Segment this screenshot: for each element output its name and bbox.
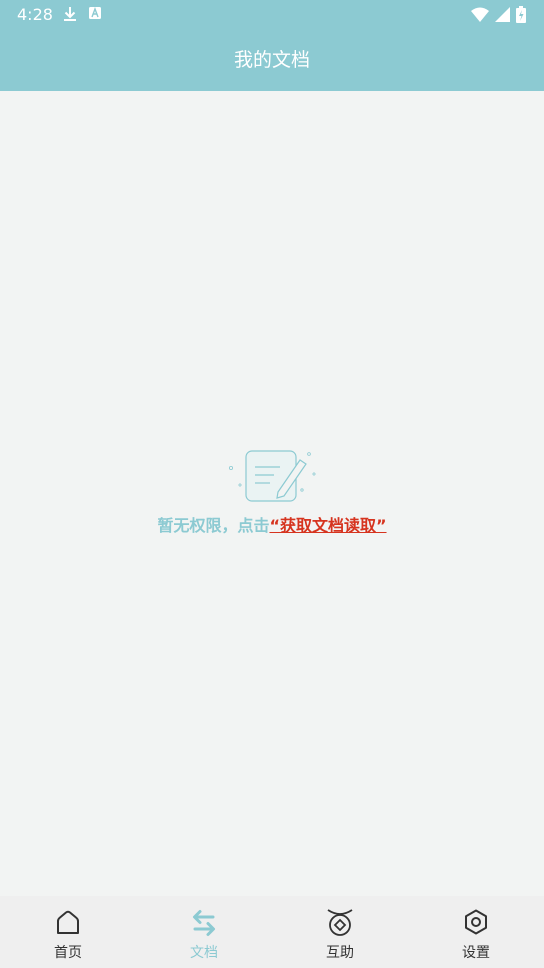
status-right-icons (471, 6, 526, 23)
bottom-nav: 首页 文档 互助 设置 (0, 896, 544, 968)
signal-icon (495, 7, 510, 22)
mutual-help-icon (327, 909, 353, 936)
note-edit-icon (229, 450, 316, 502)
tab-settings-label: 设置 (462, 945, 490, 961)
wifi-icon (471, 7, 489, 22)
tab-mutual-help-label: 互助 (326, 945, 354, 961)
battery-icon (516, 6, 526, 23)
empty-message: 暂无权限，点击“获取文档读取” (0, 512, 544, 536)
status-time: 4:28 (17, 5, 53, 24)
get-document-access-link[interactable]: “获取文档读取” (269, 516, 386, 535)
home-icon (57, 910, 79, 934)
download-icon (64, 7, 76, 21)
page-title: 我的文档 (233, 49, 310, 71)
tab-home[interactable]: 首页 (0, 896, 136, 968)
settings-hexagon-icon (465, 909, 487, 935)
no-permission-text: 暂无权限，点击 (157, 516, 270, 535)
app-bar: 我的文档 (0, 30, 544, 91)
swap-arrows-icon (193, 910, 215, 936)
tab-documents-label: 文档 (190, 945, 218, 961)
tab-home-label: 首页 (54, 945, 82, 961)
tab-documents[interactable]: 文档 (136, 896, 272, 968)
status-bar: 4:28 (0, 0, 544, 30)
empty-state: 暂无权限，点击“获取文档读取” (0, 448, 544, 536)
app-notification-icon (89, 7, 101, 19)
status-left-icons (62, 6, 102, 22)
tab-mutual-help[interactable]: 互助 (272, 896, 408, 968)
tab-settings[interactable]: 设置 (408, 896, 544, 968)
